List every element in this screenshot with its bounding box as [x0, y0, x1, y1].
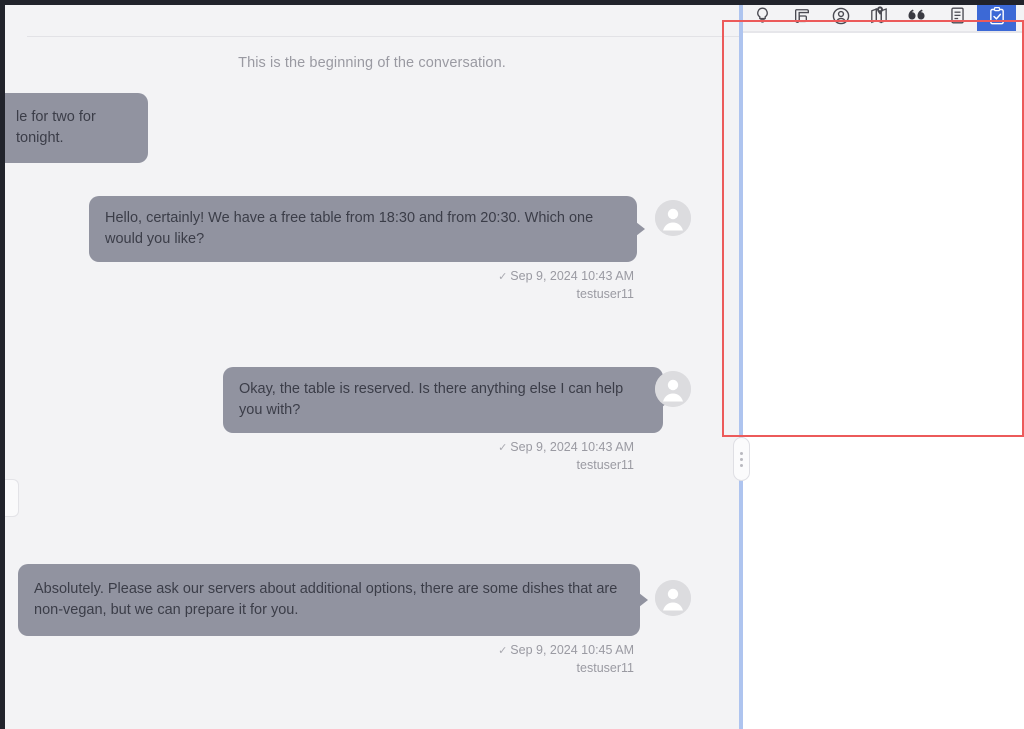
collapsed-side-tab[interactable] [5, 479, 19, 517]
delivered-check-icon: ✓ [498, 645, 507, 657]
message-bubble: Okay, the table is reserved. Is there an… [223, 367, 663, 433]
window-left-edge [0, 0, 5, 729]
delivered-check-icon: ✓ [498, 271, 507, 283]
message-row: Absolutely. Please ask our servers about… [5, 564, 739, 677]
message-timestamp: Sep 9, 2024 10:43 AM [510, 269, 634, 283]
script-icon [792, 6, 812, 26]
message-text: Okay, the table is reserved. Is there an… [239, 381, 623, 418]
message-author: testuser11 [5, 660, 634, 677]
window-top-edge [0, 0, 1024, 5]
message-author: testuser11 [5, 457, 634, 474]
message-timestamp: Sep 9, 2024 10:43 AM [510, 440, 634, 454]
grip-dot [740, 458, 743, 461]
bubble-tail [639, 593, 648, 607]
message-text: Hello, certainly! We have a free table f… [105, 210, 593, 247]
lightbulb-icon [753, 6, 772, 25]
right-panel: After Call Work (Optional) 0:30 Summary … [743, 0, 1024, 729]
message-meta: ✓Sep 9, 2024 10:43 AM testuser11 [5, 268, 699, 303]
avatar [655, 371, 691, 407]
map-icon [869, 5, 890, 26]
message-row: Okay, the table is reserved. Is there an… [5, 367, 739, 474]
grip-dot [740, 452, 743, 455]
message-text: Absolutely. Please ask our servers about… [34, 581, 617, 618]
avatar [655, 200, 691, 236]
clipboard-check-icon [987, 6, 1007, 26]
tabstrip-underline [743, 31, 1024, 33]
panel-splitter-handle[interactable] [733, 437, 750, 481]
message-meta: ✓Sep 9, 2024 10:45 AM testuser11 [5, 642, 699, 677]
quote-icon [908, 5, 929, 26]
conversation-scroll-area[interactable]: This is the beginning of the conversatio… [5, 37, 739, 697]
message-bubble: Absolutely. Please ask our servers about… [18, 564, 640, 636]
message-timestamp: Sep 9, 2024 10:45 AM [510, 643, 634, 657]
message-bubble: le for two for tonight. [5, 93, 148, 163]
account-icon [831, 6, 851, 26]
message-row: Hello, certainly! We have a free table f… [5, 196, 739, 303]
conversation-pane: This is the beginning of the conversatio… [5, 5, 739, 729]
conversation-begin-notice: This is the beginning of the conversatio… [5, 37, 739, 71]
delivered-check-icon: ✓ [498, 442, 507, 454]
message-row: le for two for tonight. [5, 93, 739, 163]
app-root: This is the beginning of the conversatio… [0, 0, 1024, 729]
notes-icon [948, 6, 967, 25]
message-author: testuser11 [5, 286, 634, 303]
panel-splitter[interactable] [739, 5, 743, 729]
message-bubble: Hello, certainly! We have a free table f… [89, 196, 637, 262]
avatar [655, 580, 691, 616]
bubble-tail [636, 222, 645, 236]
message-meta: ✓Sep 9, 2024 10:43 AM testuser11 [5, 439, 699, 474]
grip-dot [740, 464, 743, 467]
